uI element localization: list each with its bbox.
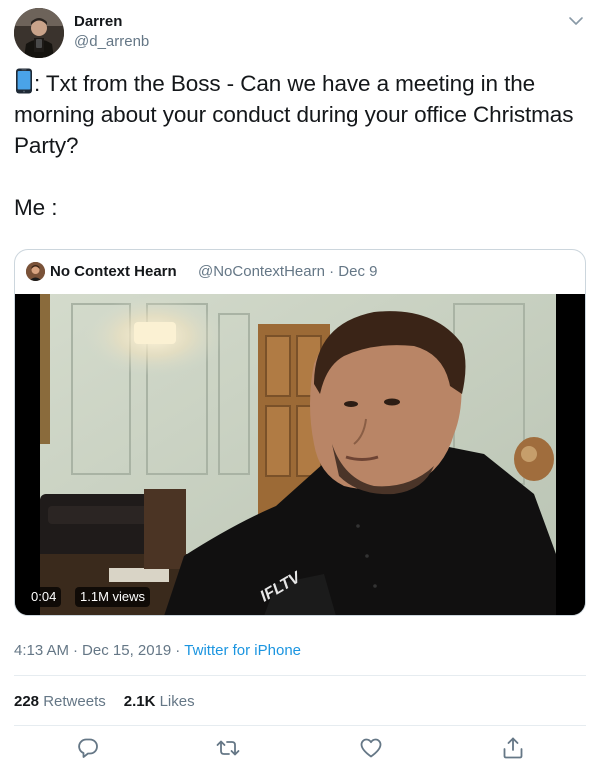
tweet-actions [14, 735, 586, 765]
retweets-count: 228 [14, 693, 40, 710]
divider-top [14, 675, 586, 676]
video-duration: 0:04 [26, 587, 62, 607]
tweet-source-link[interactable]: Twitter for iPhone [184, 642, 301, 659]
author-name[interactable]: Darren [74, 13, 122, 30]
chevron-down-icon[interactable] [566, 11, 586, 31]
video-views: 1.1M views [75, 587, 151, 607]
quoted-tweet-card[interactable]: No Context Hearn @NoContextHearn · Dec 9 [14, 249, 586, 616]
retweets-stat[interactable]: 228 Retweets [14, 693, 106, 710]
tweet-line-1: : Txt from the Boss - Can we have a meet… [14, 68, 589, 99]
video-frame: IFLTV [15, 294, 585, 615]
author-handle[interactable]: @d_arrenb [74, 33, 149, 50]
share-icon[interactable] [500, 735, 526, 761]
tweet-body: : Txt from the Boss - Can we have a meet… [14, 68, 589, 223]
quoted-tweet-date[interactable]: Dec 9 [338, 263, 377, 280]
tweet-time[interactable]: 4:13 AM [14, 642, 69, 659]
quoted-author-avatar[interactable] [26, 262, 45, 281]
likes-count: 2.1K [123, 693, 156, 710]
author-avatar[interactable] [14, 8, 64, 58]
quoted-author-name[interactable]: No Context Hearn [50, 263, 177, 280]
tweet-line-2: morning about your conduct during your o… [14, 102, 574, 127]
separator-dot: · [175, 642, 181, 659]
quoted-author-meta: @NoContextHearn · Dec 9 [198, 263, 378, 280]
mobile-phone-icon [14, 68, 34, 94]
tweet-line-1-text: : Txt from the Boss - Can we have a meet… [34, 71, 536, 96]
video-player[interactable]: IFLTV 0:04 1.1M views [15, 294, 585, 615]
separator-dot: · [73, 642, 79, 659]
divider-bottom [14, 725, 586, 726]
like-icon[interactable] [358, 735, 384, 761]
reply-icon[interactable] [75, 735, 101, 761]
retweet-icon[interactable] [215, 735, 241, 761]
likes-label: Likes [159, 693, 195, 710]
tweet-stats: 228 Retweets 2.1K Likes [14, 693, 195, 710]
tweet-header: Darren @d_arrenb [14, 8, 586, 60]
retweets-label: Retweets [43, 693, 106, 710]
tweet-date[interactable]: Dec 15, 2019 [82, 642, 171, 659]
tweet-line-3: Party? [14, 133, 79, 158]
quoted-author-handle[interactable]: @NoContextHearn [198, 263, 325, 280]
tweet-line-4: Me : [14, 195, 58, 220]
likes-stat[interactable]: 2.1K Likes [124, 693, 195, 710]
tweet-timestamp: 4:13 AM · Dec 15, 2019 · Twitter for iPhone [14, 642, 301, 659]
